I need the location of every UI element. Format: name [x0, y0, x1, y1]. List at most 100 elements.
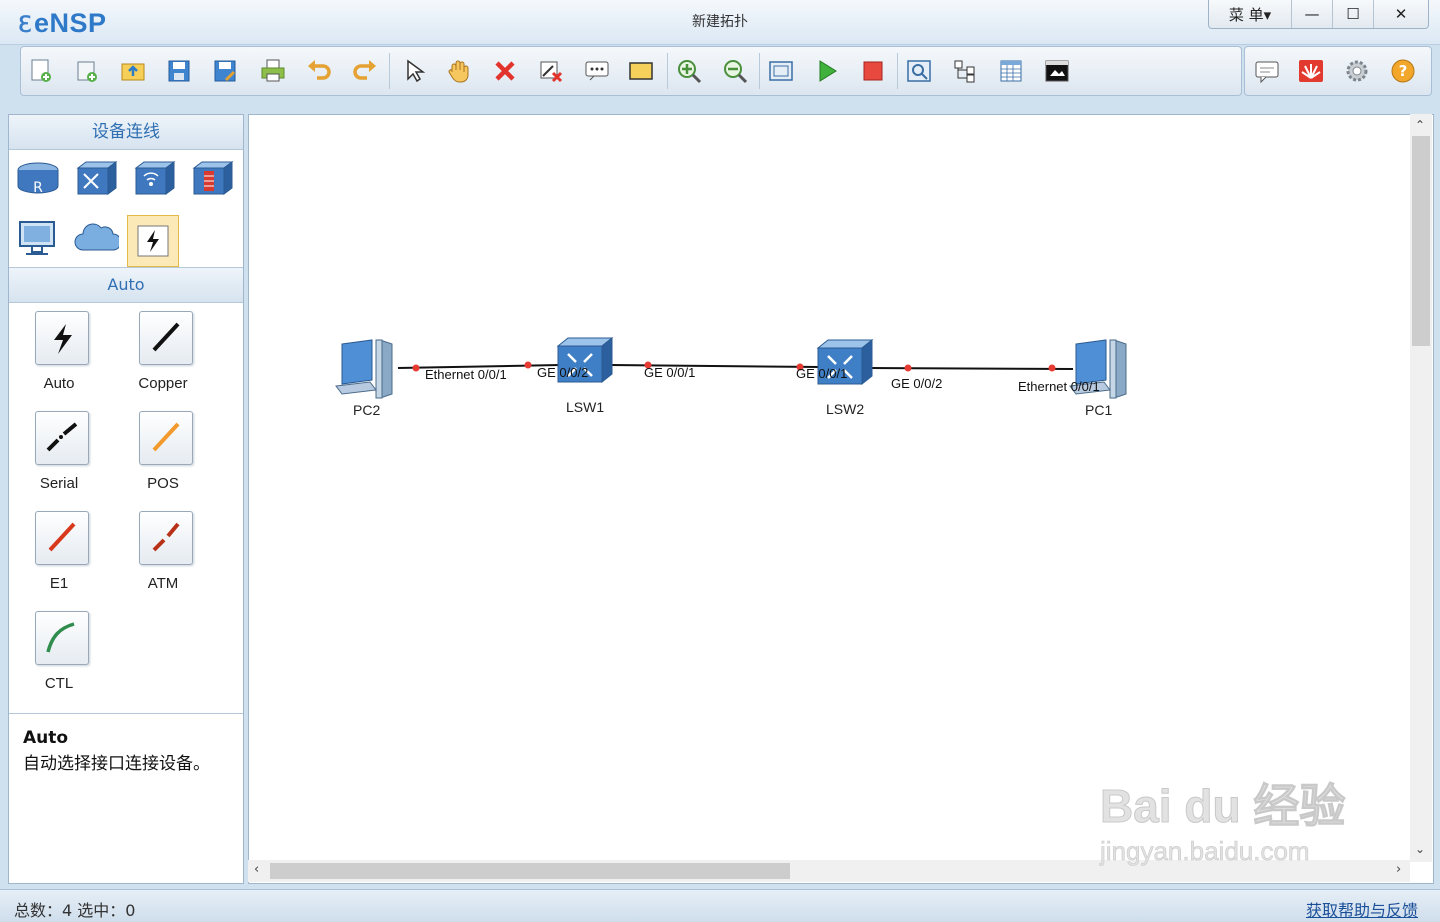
category-header: Auto: [9, 267, 243, 303]
secondary-toolbar: ?: [1244, 46, 1432, 96]
vertical-scroll-thumb[interactable]: [1412, 136, 1430, 346]
fit-window-icon[interactable]: [767, 57, 795, 85]
cable-auto-label: Auto: [43, 375, 75, 392]
panel-header: 设备连线: [9, 115, 243, 150]
router-category-icon[interactable]: R: [15, 155, 61, 201]
toolbar-separator: [667, 53, 668, 89]
pan-hand-icon[interactable]: [445, 57, 473, 85]
device-panel: 设备连线 R Auto Auto Copper Serial POS E1 AT…: [8, 114, 244, 884]
description-title: Auto: [23, 728, 69, 748]
port-label: GE 0/0/2: [891, 376, 943, 391]
title-bar: ℇeNSP 新建拓扑 菜 单▾ — ☐ ✕: [0, 0, 1440, 45]
link-lsw2-pc1[interactable]: [869, 367, 1074, 370]
cable-e1[interactable]: [35, 511, 89, 565]
redo-icon[interactable]: [351, 57, 379, 85]
select-icon[interactable]: [399, 57, 427, 85]
logo-icon: ℇ: [18, 12, 33, 37]
watermark-logo: Bai du 经验: [1100, 780, 1346, 833]
chat-icon[interactable]: [1253, 57, 1281, 85]
cable-copper-label: Copper: [138, 375, 188, 392]
link-lsw1-lsw2[interactable]: [609, 364, 821, 368]
toolbar-separator: [759, 53, 760, 89]
huawei-icon[interactable]: [1297, 57, 1325, 85]
vertical-scrollbar[interactable]: ⌃ ⌄: [1410, 114, 1432, 862]
scroll-down-icon[interactable]: ⌄: [1415, 842, 1425, 856]
open-icon[interactable]: [119, 57, 147, 85]
toolbar-separator: [389, 53, 390, 89]
node-label-pc2: PC2: [353, 402, 381, 418]
delete-icon[interactable]: [491, 57, 519, 85]
undo-icon[interactable]: [305, 57, 333, 85]
window-controls: 菜 单▾ — ☐ ✕: [1208, 0, 1429, 29]
topology-svg: [335, 336, 1127, 399]
toolbar-separator: [897, 53, 898, 89]
switch-category-icon[interactable]: [73, 155, 119, 201]
port-dot: [412, 364, 420, 372]
port-label: Ethernet 0/0/1: [1018, 379, 1100, 394]
port-label: GE 0/0/1: [644, 365, 696, 380]
node-label-lsw1: LSW1: [566, 399, 605, 415]
port-dot: [1048, 364, 1056, 372]
status-bar: 总数：4 选中：0 获取帮助与反馈: [0, 889, 1440, 922]
scroll-up-icon[interactable]: ⌃: [1415, 118, 1425, 132]
delete-link-icon[interactable]: [537, 57, 565, 85]
terminal-icon[interactable]: [1043, 57, 1071, 85]
minimize-button[interactable]: —: [1291, 0, 1332, 28]
window-title: 新建拓扑: [692, 14, 748, 30]
scroll-left-icon[interactable]: ‹: [254, 862, 259, 877]
stop-icon[interactable]: [859, 57, 887, 85]
pc-category-icon[interactable]: [15, 215, 61, 261]
menu-button[interactable]: 菜 单▾: [1209, 0, 1291, 28]
svg-text:R: R: [33, 180, 43, 196]
new-topology-icon[interactable]: [27, 57, 55, 85]
cable-auto[interactable]: [35, 311, 89, 365]
firewall-category-icon[interactable]: [189, 155, 235, 201]
save-icon[interactable]: [165, 57, 193, 85]
scroll-right-icon[interactable]: ›: [1396, 862, 1401, 877]
node-label-lsw2: LSW2: [826, 401, 865, 417]
grid-icon[interactable]: [997, 57, 1025, 85]
cable-copper[interactable]: [139, 311, 193, 365]
horizontal-scroll-thumb[interactable]: [270, 863, 790, 879]
port-label: GE 0/0/2: [537, 365, 589, 380]
help-feedback-link[interactable]: 获取帮助与反馈: [1306, 897, 1418, 921]
cloud-category-icon[interactable]: [73, 215, 119, 261]
close-button[interactable]: ✕: [1373, 0, 1428, 28]
capture-icon[interactable]: [905, 57, 933, 85]
port-label: GE 0/0/1: [796, 366, 848, 381]
description-text: 自动选择接口连接设备。: [23, 754, 210, 774]
cable-serial-label: Serial: [39, 475, 79, 492]
cable-atm[interactable]: [139, 511, 193, 565]
watermark-url: jingyan.baidu.com: [1100, 836, 1310, 867]
svg-text:?: ?: [1399, 62, 1408, 80]
topology-tree-icon[interactable]: [951, 57, 979, 85]
cable-atm-label: ATM: [147, 575, 179, 592]
status-count: 总数：4 选中：0: [14, 901, 136, 920]
wireless-category-icon[interactable]: [131, 155, 177, 201]
node-label-pc1: PC1: [1085, 402, 1113, 418]
print-icon[interactable]: [259, 57, 287, 85]
watermark: Bai du 经验 jingyan.baidu.com: [1100, 770, 1380, 880]
text-annotation-icon[interactable]: [583, 57, 611, 85]
save-as-icon[interactable]: [211, 57, 239, 85]
start-icon[interactable]: [813, 57, 841, 85]
main-toolbar: [20, 46, 1242, 96]
port-label: Ethernet 0/0/1: [425, 367, 507, 382]
new-page-icon[interactable]: [73, 57, 101, 85]
connection-category-icon[interactable]: [127, 215, 179, 267]
maximize-button[interactable]: ☐: [1332, 0, 1373, 28]
settings-gear-icon[interactable]: [1343, 57, 1371, 85]
cable-e1-label: E1: [49, 575, 69, 592]
cable-ctl[interactable]: [35, 611, 89, 665]
pc2-icon[interactable]: [335, 339, 393, 399]
zoom-in-icon[interactable]: [675, 57, 703, 85]
cable-serial[interactable]: [35, 411, 89, 465]
zoom-out-icon[interactable]: [721, 57, 749, 85]
port-dot: [524, 361, 532, 369]
port-dot: [904, 364, 912, 372]
cable-pos[interactable]: [139, 411, 193, 465]
app-name: eNSP: [34, 8, 107, 38]
help-icon[interactable]: ?: [1389, 57, 1417, 85]
rectangle-icon[interactable]: [627, 57, 655, 85]
cable-ctl-label: CTL: [44, 675, 74, 692]
